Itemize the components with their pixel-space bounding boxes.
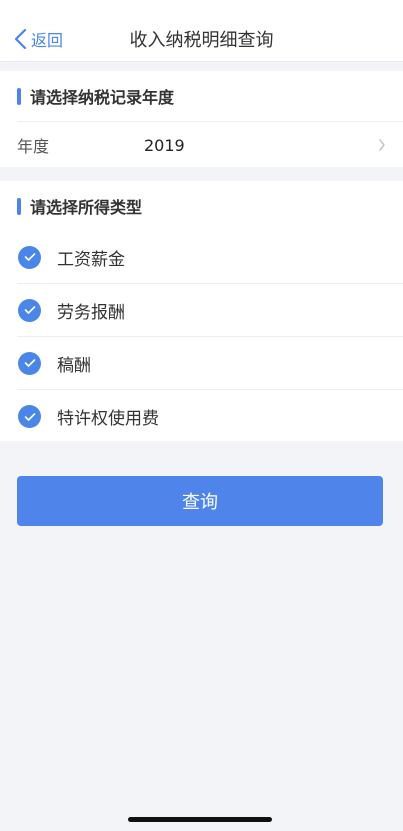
income-type-label: 工资薪金	[57, 249, 125, 270]
income-type-labor[interactable]: 劳务报酬	[17, 284, 403, 337]
page-title: 收入纳税明细查询	[129, 30, 274, 51]
section-accent-bar	[17, 88, 21, 105]
type-section-title: 请选择所得类型	[30, 198, 143, 217]
checkmark-icon[interactable]	[18, 245, 41, 269]
checkmark-icon[interactable]	[18, 298, 41, 322]
year-section-title: 请选择纳税记录年度	[30, 88, 175, 107]
chevron-right-icon	[379, 139, 385, 151]
query-button[interactable]: 查询	[17, 476, 383, 526]
year-label: 年度	[17, 137, 50, 156]
nav-bar: 返回 收入纳税明细查询	[0, 0, 403, 62]
home-indicator[interactable]	[128, 817, 272, 822]
checkmark-icon[interactable]	[18, 351, 41, 375]
income-type-franchise[interactable]: 特许权使用费	[17, 390, 403, 443]
year-value: 2019	[144, 135, 185, 155]
year-section: 请选择纳税记录年度 年度 2019	[0, 71, 403, 167]
income-type-label: 稿酬	[57, 355, 91, 376]
income-type-salary[interactable]: 工资薪金	[17, 231, 403, 284]
income-type-label: 特许权使用费	[57, 409, 159, 429]
checkmark-icon[interactable]	[18, 405, 41, 428]
income-type-royalty[interactable]: 稿酬	[17, 337, 403, 390]
income-type-section: 请选择所得类型 工资薪金 劳务报酬 稿酬 特许权使用费	[0, 181, 403, 441]
type-section-header: 请选择所得类型	[0, 181, 403, 231]
income-type-list: 工资薪金 劳务报酬 稿酬 特许权使用费	[0, 231, 403, 443]
income-type-label: 劳务报酬	[57, 302, 125, 323]
year-selector[interactable]: 年度 2019	[17, 121, 403, 168]
year-section-header: 请选择纳税记录年度	[0, 71, 403, 121]
section-accent-bar	[17, 198, 21, 215]
